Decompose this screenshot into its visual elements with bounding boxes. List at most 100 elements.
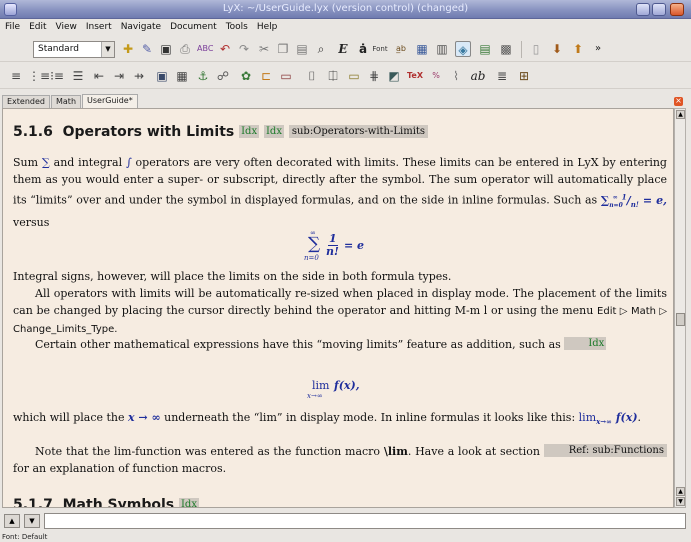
toggle-outline-icon[interactable]: ◈ xyxy=(455,41,471,57)
insert-index-icon[interactable]: ▭ xyxy=(278,68,294,84)
font-button[interactable]: Font xyxy=(372,41,388,57)
description-icon[interactable]: ☰ xyxy=(70,68,86,84)
inline-math[interactable]: x → ∞ xyxy=(128,411,161,424)
label-inset[interactable]: sub:Operators-with-Limits xyxy=(288,125,429,138)
maximize-button[interactable] xyxy=(652,3,666,16)
main-toolbar: Standard ▼ ✚ ✎ ▣ ⎙ ABC ↶ ↷ ✂ ❐ ▤ ⌕ E ȧ Fo… xyxy=(0,37,691,62)
math-text-icon[interactable]: ab xyxy=(470,68,486,84)
insert-url-icon[interactable]: % xyxy=(428,68,444,84)
scroll-up-icon[interactable]: ▲ xyxy=(676,110,685,119)
scroll-down-icon[interactable]: ▼ xyxy=(676,497,685,506)
redo-icon[interactable]: ↷ xyxy=(236,41,252,57)
tab-math[interactable]: Math xyxy=(51,95,82,108)
insert-footnote-icon[interactable]: ⌷ xyxy=(304,68,320,84)
menu-insert[interactable]: Insert xyxy=(81,19,116,32)
insert-marginal-icon[interactable]: ⎅ xyxy=(325,68,341,84)
minimize-button[interactable] xyxy=(636,3,650,16)
toolbar-overflow-icon[interactable]: » xyxy=(590,41,606,57)
display-math[interactable]: ∞ ∑ n=0 1 n! = e xyxy=(3,229,673,268)
new-document-icon[interactable]: ✚ xyxy=(120,41,136,57)
text: All operators with limits will be automa… xyxy=(13,287,667,317)
inline-math[interactable]: ∑n=0∞ 1/n! = e, xyxy=(601,192,667,209)
text: versus xyxy=(13,215,50,229)
status-text: Font: Default xyxy=(2,533,48,541)
emphasis-icon[interactable]: E xyxy=(335,41,351,57)
depth-decrease-icon[interactable]: ⇤ xyxy=(91,68,107,84)
noun-icon[interactable]: ȧ xyxy=(355,41,371,57)
itemize-icon[interactable]: ⁝≡ xyxy=(49,68,65,84)
depth-increase-icon[interactable]: ⇥ xyxy=(111,68,127,84)
integral-symbol-icon: ∫ xyxy=(125,156,132,169)
lyx-window: LyX: ~/UserGuide.lyx (version control) (… xyxy=(0,0,691,542)
undo-icon[interactable]: ↶ xyxy=(217,41,233,57)
paragraph-settings-icon[interactable]: ≣ xyxy=(494,68,510,84)
menu-tools[interactable]: Tools xyxy=(221,19,252,32)
align-left-icon[interactable]: ≡ xyxy=(8,68,24,84)
print-icon[interactable]: ⎙ xyxy=(177,41,193,57)
insert-figure-icon[interactable]: ▣ xyxy=(154,68,170,84)
menu-edit[interactable]: Edit xyxy=(24,19,50,32)
index-inset[interactable]: Idx xyxy=(178,498,199,507)
indent-icon[interactable]: ⇸ xyxy=(131,68,147,84)
update-pdf-icon[interactable]: ⬇ xyxy=(549,41,565,57)
index-inset[interactable]: Idx xyxy=(564,337,607,350)
text-style-icon[interactable]: a̲b xyxy=(393,41,409,57)
insert-label-icon[interactable]: ⚓ xyxy=(195,68,211,84)
paragraph: Certain other mathematical expressions h… xyxy=(13,336,667,353)
inline-math[interactable]: limx→∞ f(x) xyxy=(579,411,638,426)
spellcheck-icon[interactable]: ABC xyxy=(197,41,213,57)
insert-box-icon[interactable]: ▭ xyxy=(346,68,362,84)
text: for an explanation of function macros. xyxy=(13,462,227,475)
tex-code-icon[interactable]: TeX xyxy=(407,68,423,84)
menu-document[interactable]: Document xyxy=(165,19,221,32)
reference-inset[interactable]: Ref: sub:Functions xyxy=(543,444,667,457)
paste-icon[interactable]: ▤ xyxy=(294,41,310,57)
insert-citation-icon[interactable]: ⊏ xyxy=(258,68,274,84)
layout-select[interactable]: Standard ▼ xyxy=(33,41,115,58)
view-pdf-icon[interactable]: ▯ xyxy=(528,41,544,57)
scroll-thumb[interactable] xyxy=(676,313,685,326)
history-down-icon[interactable]: ▼ xyxy=(24,514,40,528)
section-number: 5.1.6 xyxy=(13,124,53,140)
insert-graphics-2-icon[interactable]: ◩ xyxy=(386,68,402,84)
menu-file[interactable]: File xyxy=(0,19,24,32)
insert-table-float-icon[interactable]: ▦ xyxy=(174,68,190,84)
insert-note-icon[interactable]: ✿ xyxy=(238,68,254,84)
save-icon[interactable]: ▣ xyxy=(158,41,174,57)
book-icon[interactable]: ⊞ xyxy=(516,68,532,84)
index-inset[interactable]: Idx xyxy=(263,125,284,138)
cut-icon[interactable]: ✂ xyxy=(256,41,272,57)
history-up-icon[interactable]: ▲ xyxy=(4,514,20,528)
close-button[interactable] xyxy=(670,3,684,16)
toc-icon[interactable]: ▤ xyxy=(477,41,493,57)
find-replace-icon[interactable]: ⌕ xyxy=(313,41,329,57)
numbered-list-icon[interactable]: ⋮≡ xyxy=(28,68,50,84)
scroll-up-small-icon[interactable]: ▲ xyxy=(676,487,685,496)
document-view[interactable]: 5.1.6 Operators with Limits Idx Idx sub:… xyxy=(2,108,674,508)
vertical-scrollbar[interactable]: ▲ ▲ ▼ xyxy=(674,108,686,508)
section-number: 5.1.7 xyxy=(13,497,53,508)
paragraph: All operators with limits will be automa… xyxy=(13,285,667,338)
section-heading: 5.1.6 Operators with Limits Idx Idx sub:… xyxy=(13,124,429,140)
open-document-icon[interactable]: ✎ xyxy=(139,41,155,57)
copy-icon[interactable]: ❐ xyxy=(275,41,291,57)
section-title: Operators with Limits xyxy=(62,124,235,140)
insert-hyperlink-icon[interactable]: ⌇ xyxy=(448,68,464,84)
insert-table-icon[interactable]: ▥ xyxy=(434,41,450,57)
title-bar[interactable]: LyX: ~/UserGuide.lyx (version control) (… xyxy=(0,0,691,19)
insert-ref-icon[interactable]: ☍ xyxy=(215,68,231,84)
chevron-down-icon[interactable]: ▼ xyxy=(101,42,114,57)
close-tab-icon[interactable]: × xyxy=(674,97,683,106)
tab-extended[interactable]: Extended xyxy=(2,95,50,108)
menu-view[interactable]: View xyxy=(51,19,81,32)
tab-userguide[interactable]: UserGuide* xyxy=(82,94,138,108)
command-input[interactable] xyxy=(44,513,686,529)
display-math[interactable]: lim x→∞ f(x), xyxy=(3,379,673,404)
insert-math-icon[interactable]: ⋕ xyxy=(366,68,382,84)
menu-navigate[interactable]: Navigate xyxy=(116,19,165,32)
insert-graphics-icon[interactable]: ▦ xyxy=(414,41,430,57)
build-icon[interactable]: ⬆ xyxy=(570,41,586,57)
menu-help[interactable]: Help xyxy=(252,19,282,32)
index-inset[interactable]: Idx xyxy=(239,125,260,138)
view-source-icon[interactable]: ▩ xyxy=(498,41,514,57)
